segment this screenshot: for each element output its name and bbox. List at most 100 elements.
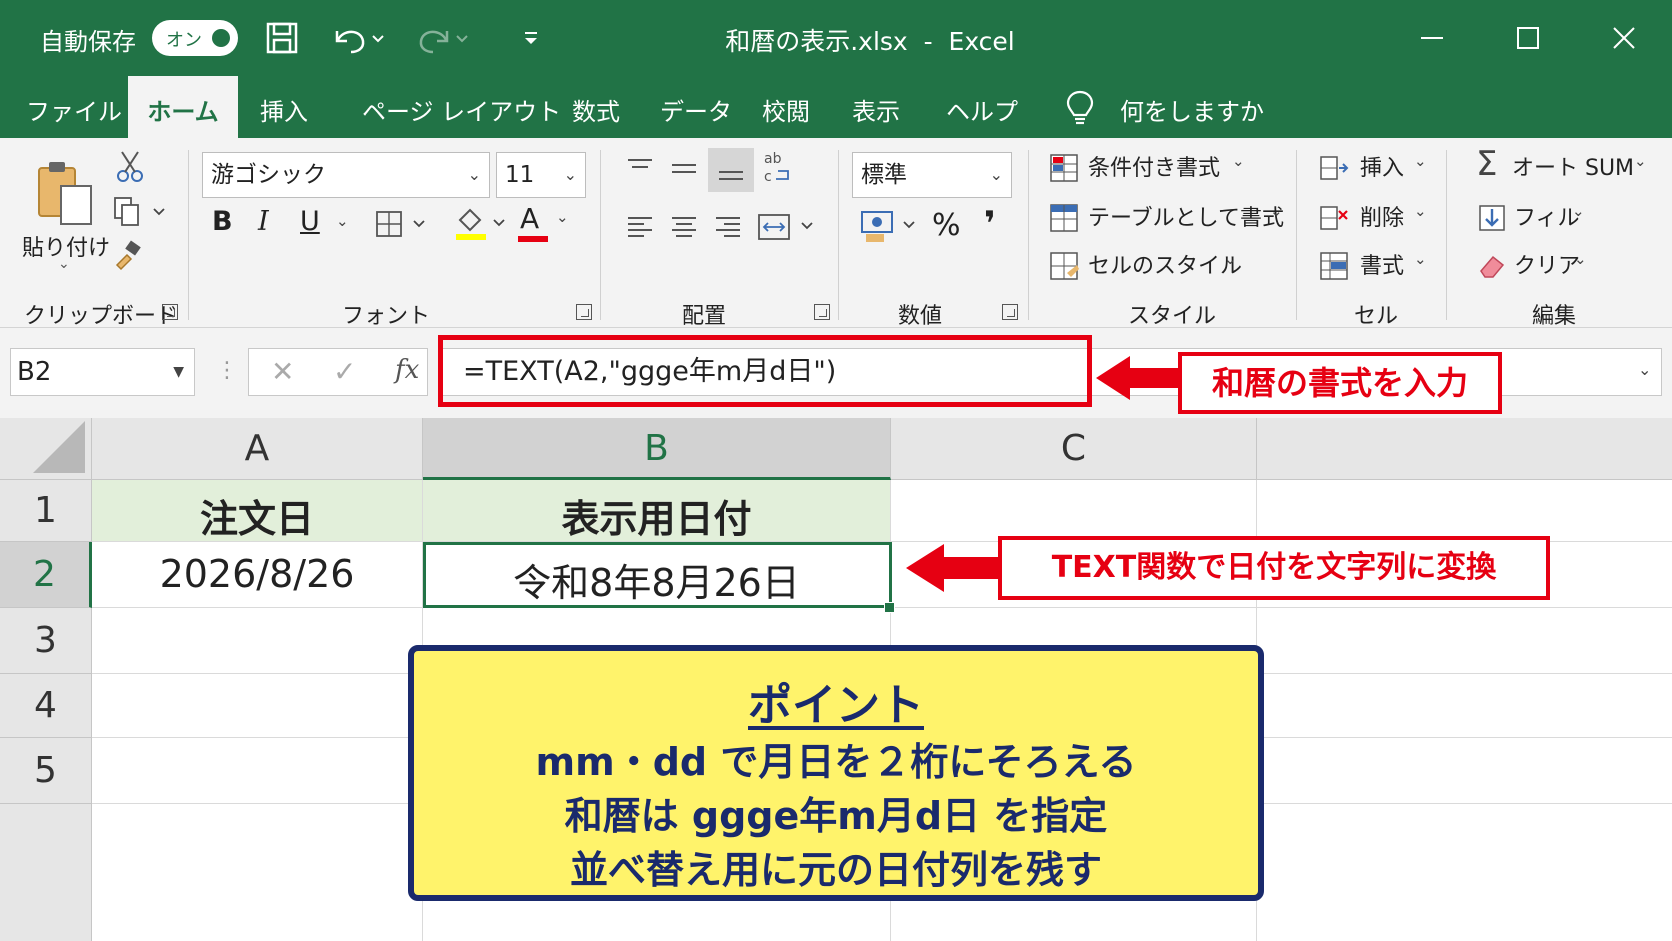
font-name-combo[interactable]: 游ゴシック ⌄ — [202, 152, 490, 198]
cell-a3[interactable] — [92, 608, 423, 674]
cell-c1[interactable] — [891, 480, 1257, 542]
fill-down-icon[interactable] — [1476, 202, 1508, 234]
cell-a2[interactable]: 2026/8/26 — [92, 542, 423, 608]
lightbulb-icon[interactable] — [1064, 88, 1096, 132]
align-right-icon[interactable] — [710, 210, 746, 244]
fill-button[interactable]: フィル — [1514, 200, 1580, 232]
align-center-icon[interactable] — [666, 210, 702, 244]
format-cells-icon[interactable] — [1318, 250, 1350, 282]
paste-icon[interactable] — [34, 158, 98, 228]
expand-formula-bar-icon[interactable]: ⌄ — [1638, 360, 1651, 379]
row-header-5[interactable]: 5 — [0, 738, 92, 804]
row-header-1[interactable]: 1 — [0, 480, 92, 542]
font-launcher-icon[interactable] — [576, 304, 592, 320]
column-header-a[interactable]: A — [92, 418, 423, 480]
close-icon[interactable] — [1604, 18, 1644, 58]
tab-view[interactable]: 表示 — [852, 92, 900, 127]
insert-cells-icon[interactable] — [1318, 152, 1350, 184]
cell-a6[interactable] — [92, 804, 423, 941]
cell-a4[interactable] — [92, 674, 423, 738]
comma-style-button[interactable]: ❜ — [984, 204, 996, 244]
tab-home[interactable]: ホーム — [128, 76, 238, 138]
tell-me-search[interactable]: 何をしますか — [1120, 92, 1264, 127]
chevron-down-icon[interactable]: ⌄ — [1232, 152, 1245, 170]
font-size-combo[interactable]: 11 ⌄ — [496, 152, 586, 198]
cell-a5[interactable] — [92, 738, 423, 804]
format-cells-button[interactable]: 書式 — [1360, 248, 1404, 280]
paste-dropdown-icon[interactable]: ⌄ — [58, 256, 70, 272]
align-bottom-icon[interactable] — [708, 148, 754, 192]
copy-icon[interactable] — [112, 194, 168, 230]
autosave-toggle[interactable]: オン — [152, 20, 238, 56]
undo-icon[interactable] — [328, 18, 388, 58]
grip-icon[interactable]: ⋮ — [216, 358, 238, 383]
chevron-down-icon[interactable]: ⌄ — [1414, 250, 1427, 268]
tab-formulas[interactable]: 数式 — [572, 92, 620, 127]
align-middle-icon[interactable] — [666, 152, 702, 186]
bold-button[interactable]: B — [212, 206, 233, 237]
chevron-down-icon[interactable]: ⌄ — [1634, 152, 1647, 170]
delete-cells-button[interactable]: 削除 — [1360, 200, 1404, 232]
minimize-icon[interactable] — [1412, 18, 1452, 58]
borders-icon[interactable] — [374, 208, 432, 242]
conditional-formatting-button[interactable]: 条件付き書式 — [1088, 150, 1220, 182]
maximize-icon[interactable] — [1508, 18, 1548, 58]
cell-d6[interactable] — [1257, 804, 1672, 941]
name-box[interactable]: B2 ▼ — [10, 348, 195, 396]
font-color-icon[interactable]: A ⌄ — [516, 202, 576, 244]
number-format-combo[interactable]: 標準 ⌄ — [852, 152, 1012, 198]
cell-d1[interactable] — [1257, 480, 1672, 542]
row-header-4[interactable]: 4 — [0, 674, 92, 738]
tab-help[interactable]: ヘルプ — [946, 92, 1018, 127]
cell-styles-button[interactable]: セルのスタイル — [1088, 248, 1242, 280]
row-header-2[interactable]: 2 — [0, 542, 92, 608]
column-header-d[interactable] — [1257, 418, 1672, 480]
clear-button[interactable]: クリア — [1514, 248, 1580, 280]
chevron-down-icon[interactable]: ⌄ — [1224, 250, 1237, 268]
fill-handle[interactable] — [884, 602, 895, 613]
cell-a1[interactable]: 注文日 — [92, 480, 423, 542]
format-painter-icon[interactable] — [112, 238, 146, 272]
delete-cells-icon[interactable] — [1318, 202, 1350, 234]
cell-d3[interactable] — [1257, 608, 1672, 674]
tab-data[interactable]: データ — [660, 92, 732, 127]
insert-function-icon[interactable]: fx — [395, 355, 419, 385]
wrap-text-icon[interactable]: ab c — [760, 148, 794, 188]
alignment-launcher-icon[interactable] — [814, 304, 830, 320]
chevron-down-icon[interactable]: ⌄ — [1572, 202, 1585, 220]
insert-cells-button[interactable]: 挿入 — [1360, 150, 1404, 182]
cell-d4[interactable] — [1257, 674, 1672, 738]
cell-d5[interactable] — [1257, 738, 1672, 804]
cut-icon[interactable] — [114, 148, 146, 184]
tab-page-layout[interactable]: ページ レイアウト — [362, 92, 561, 127]
merge-center-icon[interactable] — [756, 208, 820, 246]
underline-dropdown-icon[interactable]: ⌄ — [336, 212, 349, 230]
format-as-table-icon[interactable] — [1048, 202, 1080, 234]
align-top-icon[interactable] — [622, 152, 658, 186]
tab-insert[interactable]: 挿入 — [260, 92, 308, 127]
customize-qat-icon[interactable] — [516, 18, 546, 58]
row-header-6[interactable] — [0, 804, 92, 941]
tab-review[interactable]: 校閲 — [762, 92, 810, 127]
chevron-down-icon[interactable]: ⌄ — [1270, 202, 1283, 220]
fill-color-icon[interactable] — [452, 204, 512, 244]
format-as-table-button[interactable]: テーブルとして書式 — [1088, 200, 1284, 232]
save-icon[interactable] — [262, 18, 302, 58]
enter-icon[interactable]: ✓ — [333, 355, 356, 388]
number-launcher-icon[interactable] — [1002, 304, 1018, 320]
row-header-3[interactable]: 3 — [0, 608, 92, 674]
chevron-down-icon[interactable]: ⌄ — [1574, 250, 1587, 268]
clipboard-launcher-icon[interactable] — [162, 304, 178, 320]
cancel-icon[interactable]: ✕ — [271, 355, 294, 388]
align-left-icon[interactable] — [622, 210, 658, 244]
column-header-c[interactable]: C — [891, 418, 1257, 480]
redo-icon[interactable] — [412, 18, 472, 58]
conditional-formatting-icon[interactable] — [1048, 152, 1080, 184]
tab-file[interactable]: ファイル — [26, 92, 122, 127]
underline-button[interactable]: U — [300, 206, 320, 237]
cell-styles-icon[interactable] — [1048, 250, 1080, 282]
accounting-format-icon[interactable] — [858, 206, 922, 246]
eraser-icon[interactable] — [1476, 250, 1508, 282]
autosum-button[interactable]: オート SUM — [1512, 150, 1634, 182]
select-all-button[interactable] — [0, 418, 92, 480]
